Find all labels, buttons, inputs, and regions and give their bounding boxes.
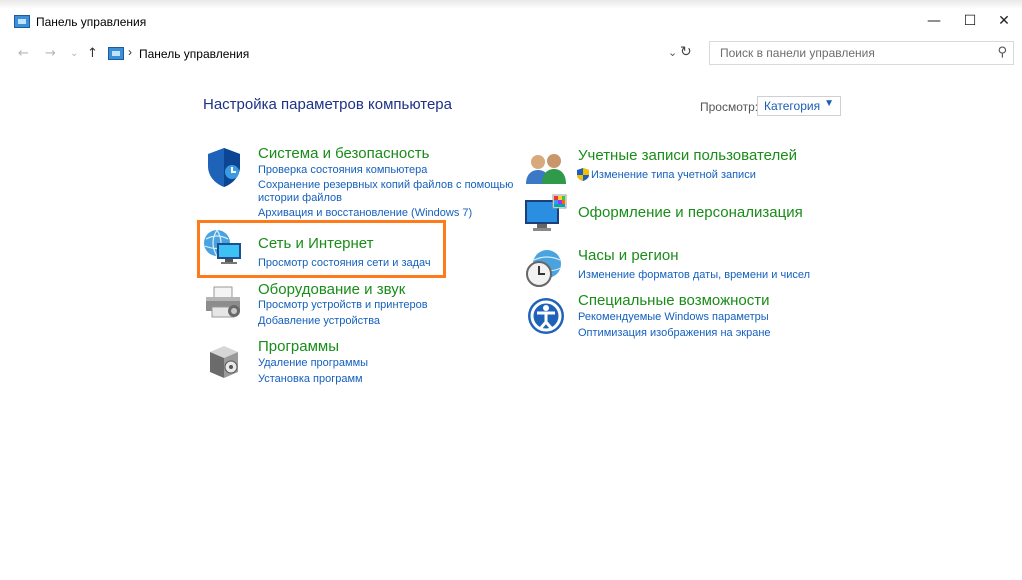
network-globe-icon[interactable] [203,229,243,265]
category-clock-region[interactable]: Часы и регион [578,247,679,264]
category-network-internet[interactable]: Сеть и Интернет [258,235,374,252]
close-button[interactable]: ✕ [984,8,1022,34]
forward-arrow-icon[interactable]: → [45,46,56,61]
link-file-history-backup[interactable]: Сохранение резервных копий файлов с помо… [258,179,513,192]
dropdown-arrow-icon: ▼ [824,98,834,109]
title-bar: Панель управления — ☐ ✕ [0,0,1022,37]
link-file-history-backup-cont[interactable]: истории файлов [258,192,342,205]
minimize-button[interactable]: — [914,8,954,34]
category-hardware-sound[interactable]: Оборудование и звук [258,281,405,298]
user-accounts-icon[interactable] [525,150,567,186]
category-programs[interactable]: Программы [258,338,339,355]
link-recommended-windows-settings[interactable]: Рекомендуемые Windows параметры [578,311,769,324]
link-install-programs[interactable]: Установка программ [258,373,363,386]
up-arrow-icon[interactable]: ↑ [87,46,98,61]
programs-box-icon[interactable] [207,342,241,380]
accessibility-icon[interactable] [525,296,567,336]
control-panel-icon [14,15,30,28]
window-title: Панель управления [36,15,147,29]
category-ease-of-access[interactable]: Специальные возможности [578,292,770,309]
breadcrumb-separator-icon: › [128,45,132,59]
link-view-devices-printers[interactable]: Просмотр устройств и принтеров [258,299,428,312]
clock-globe-icon[interactable] [525,248,567,288]
title-bar-top-edge [0,0,1022,9]
appearance-monitor-icon[interactable] [523,194,567,234]
link-backup-restore-win7[interactable]: Архивация и восстановление (Windows 7) [258,207,472,220]
link-network-status[interactable]: Просмотр состояния сети и задач [258,257,431,270]
view-by-dropdown[interactable]: Категория ▼ [757,96,841,116]
search-input[interactable]: Поиск в панели управления ⚲ [709,41,1014,65]
view-by-label: Просмотр: [700,100,759,114]
search-placeholder: Поиск в панели управления [720,46,875,60]
link-change-account-type[interactable]: Изменение типа учетной записи [591,169,756,182]
link-check-computer-status[interactable]: Проверка состояния компьютера [258,164,427,177]
control-panel-icon [108,47,124,60]
link-uninstall-program[interactable]: Удаление программы [258,357,368,370]
refresh-icon[interactable]: ↻ [680,44,692,60]
category-system-security[interactable]: Система и безопасность [258,145,429,162]
link-change-date-formats[interactable]: Изменение форматов даты, времени и чисел [578,269,810,282]
address-bar[interactable]: › Панель управления [108,43,700,65]
page-title: Настройка параметров компьютера [203,96,452,113]
back-arrow-icon[interactable]: ← [18,46,29,61]
recent-locations-chevron-icon[interactable]: ⌄ [70,48,78,59]
category-user-accounts[interactable]: Учетные записи пользователей [578,147,797,164]
view-by-value: Категория [764,99,821,113]
printer-icon[interactable] [204,285,242,321]
search-icon[interactable]: ⚲ [997,45,1007,60]
uac-shield-icon [577,168,589,181]
link-add-device[interactable]: Добавление устройства [258,315,380,328]
category-appearance-personalization[interactable]: Оформление и персонализация [578,204,803,221]
breadcrumb-control-panel[interactable]: Панель управления [139,47,249,61]
link-optimize-display[interactable]: Оптимизация изображения на экране [578,327,771,340]
shield-icon[interactable] [205,146,243,188]
address-dropdown-chevron-icon[interactable]: ⌄ [668,46,677,59]
